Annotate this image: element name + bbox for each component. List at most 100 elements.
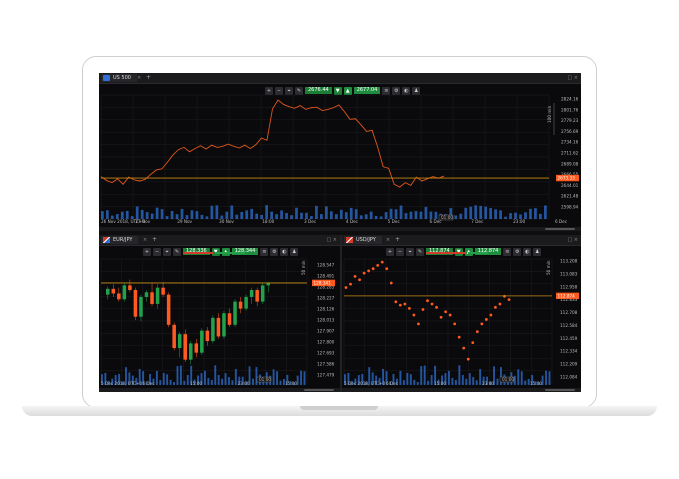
scatter-point: [385, 267, 389, 271]
volume-bar: [472, 377, 475, 385]
volume-bar: [221, 378, 224, 385]
volume-bar: [207, 377, 210, 385]
crosshair-time-tag: 01:00: [259, 377, 271, 382]
current-price-label: 128.341: [314, 281, 332, 286]
volume-bar: [280, 210, 283, 219]
volume-bar: [402, 380, 405, 385]
scatter-point: [489, 313, 493, 317]
candle-body: [161, 287, 165, 295]
volume-bar: [423, 365, 426, 385]
volume-bar: [458, 365, 461, 385]
volume-bar: [155, 370, 158, 385]
us500-line-chart[interactable]: 2824.16 2801.76 2779.23 2756.69 2734.16 2711.…: [99, 73, 581, 231]
x-tick-label: 3 Dec: [304, 219, 317, 224]
scatter-point: [494, 305, 497, 309]
volume-bar: [369, 211, 373, 219]
volume-bar: [434, 211, 438, 219]
volume-bar: [303, 371, 306, 385]
trading-screen: US 500 × + □ × + − ⌖ ✎ 2676.44 ▼ ▲ 2677.…: [99, 73, 581, 392]
volume-bar: [451, 377, 454, 385]
y-tick-label: 2756.69: [561, 129, 579, 134]
y-tick-label: 128.126: [317, 307, 335, 312]
eurjpy-scrollbar[interactable]: [99, 388, 340, 392]
volume-bar: [180, 208, 184, 219]
volume-bar: [295, 207, 298, 219]
scrollbar-thumb[interactable]: [545, 228, 575, 230]
volume-bar: [230, 205, 234, 219]
volume-bar: [125, 210, 129, 219]
laptop-notch: [300, 406, 378, 410]
volume-bar: [276, 371, 278, 385]
scatter-point: [380, 260, 384, 264]
y-tick-label: 2598.94: [561, 205, 579, 210]
scatter-point: [498, 302, 502, 306]
volume-bar: [224, 373, 227, 385]
volume-bar: [344, 212, 348, 219]
x-tick-label: 23:00: [482, 381, 494, 386]
x-tick-label: 15:00: [434, 381, 446, 386]
candle-body: [133, 290, 138, 317]
volume-bar: [474, 205, 478, 219]
volume-bar: [479, 205, 483, 219]
scatter-point: [484, 318, 488, 321]
volume-bar: [489, 208, 493, 219]
volume-bar: [520, 371, 523, 385]
volume-bar: [461, 374, 464, 385]
y-tick-label: 2621.48: [561, 194, 579, 199]
current-price-label: 2673.33: [558, 176, 576, 181]
volume-bar: [419, 211, 423, 219]
current-price-label: 112.874: [558, 293, 576, 298]
volume-bar: [509, 213, 512, 219]
volume-bar: [173, 382, 175, 385]
scatter-point: [344, 286, 348, 289]
volume-bar: [548, 371, 551, 385]
y-tick-label: 128.491: [317, 274, 335, 279]
x-tick-label: 5 Dec: [388, 219, 401, 224]
y-tick-label: 112.209: [560, 362, 578, 367]
us500-scrollbar[interactable]: [99, 227, 581, 231]
y-tick-label: 112.708: [560, 310, 578, 315]
volume-bar: [105, 210, 109, 219]
y-tick-label: 128.547: [317, 263, 335, 268]
volume-bar: [217, 374, 220, 385]
candle-body: [183, 334, 188, 360]
candle-body: [188, 343, 193, 360]
volume-bar: [545, 370, 547, 385]
volume-bar: [329, 211, 333, 219]
volume-bar: [534, 208, 537, 219]
scrollbar-thumb[interactable]: [545, 389, 575, 391]
volume-bar: [166, 374, 169, 385]
candle-body: [172, 324, 176, 349]
scrollbar-thumb[interactable]: [304, 389, 334, 391]
scatter-point: [439, 315, 443, 319]
y-tick-label: 2711.62: [561, 151, 579, 156]
scatter-point: [480, 322, 484, 326]
us500-price-line: [100, 99, 445, 188]
volume-bar: [285, 213, 288, 219]
volume-bar: [170, 211, 174, 219]
volume-bar: [183, 380, 186, 385]
volume-bar: [245, 210, 249, 219]
us500-chart-panel: US 500 × + □ × + − ⌖ ✎ 2676.44 ▼ ▲ 2677.…: [99, 73, 581, 231]
x-tick-label: 29 Nov: [177, 219, 192, 224]
volume-bar: [539, 213, 542, 219]
scale-label: 50 min: [546, 260, 551, 275]
candle-body: [105, 288, 110, 295]
candle-body: [128, 285, 132, 290]
volume-bar: [279, 380, 282, 385]
scatter-point: [412, 313, 416, 317]
volume-bar: [430, 375, 433, 385]
usdjpy-scatter-chart[interactable]: 113.208113.083112.958112.833112.708112.5…: [342, 235, 581, 392]
scatter-point: [462, 346, 466, 350]
volume-bar: [204, 370, 206, 385]
x-tick-label: 27 Nov: [135, 219, 150, 224]
volume-bar: [275, 214, 278, 219]
eurjpy-candlestick-chart[interactable]: 128.547128.491128.285128.227128.126128.0…: [99, 235, 340, 392]
scatter-point: [471, 341, 475, 345]
candle-body: [139, 296, 143, 317]
y-tick-label: 2689.08: [561, 161, 579, 166]
usdjpy-scrollbar[interactable]: [342, 388, 581, 392]
volume-bar: [448, 370, 450, 385]
x-tick-label: 6 Dec: [555, 219, 568, 224]
volume-bar: [190, 210, 194, 219]
